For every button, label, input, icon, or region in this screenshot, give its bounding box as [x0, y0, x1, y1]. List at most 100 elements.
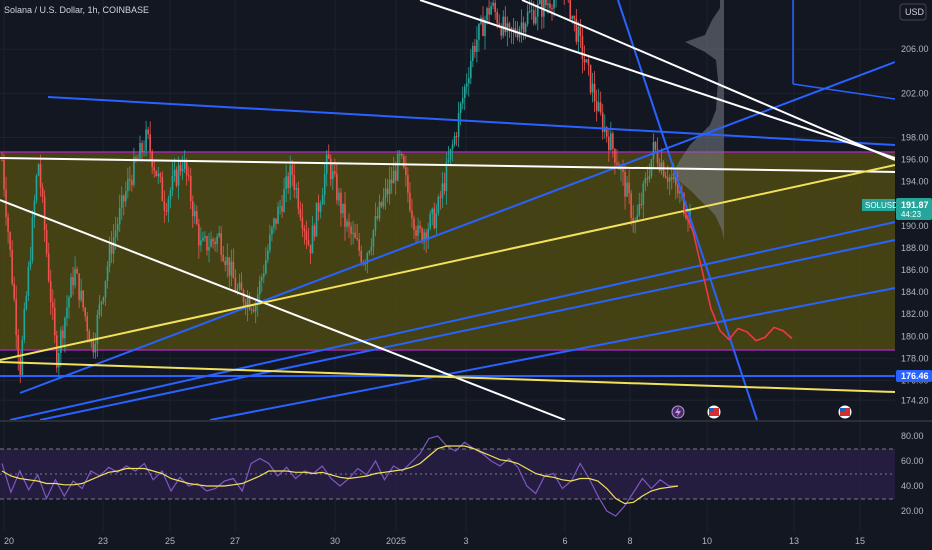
chart-canvas[interactable]: Solana / U.S. Dollar, 1h, COINBASE USD 2…: [0, 0, 932, 550]
candle-body: [204, 236, 206, 239]
candle-body: [198, 224, 200, 246]
candle-body: [573, 15, 576, 19]
candle-body: [522, 22, 525, 33]
candle-body: [218, 233, 220, 237]
candle-body: [179, 165, 182, 172]
candle-body: [157, 173, 160, 177]
price-tick: 186.00: [901, 265, 929, 275]
candle-body: [403, 155, 405, 168]
candle-body: [169, 190, 172, 200]
candle-body: [490, 5, 492, 15]
candle-body: [66, 307, 68, 318]
symbol-title[interactable]: Solana / U.S. Dollar, 1h, COINBASE: [4, 5, 149, 15]
candle-body: [380, 202, 383, 207]
candle-body: [528, 11, 531, 13]
candle-body: [301, 217, 304, 229]
candle-body: [275, 218, 277, 224]
candle-body: [250, 309, 253, 311]
candle-body: [451, 144, 454, 149]
candle-body: [104, 280, 107, 298]
candle-body: [127, 178, 129, 192]
candle-body: [277, 206, 279, 224]
candle-body: [524, 23, 527, 33]
candle-body: [228, 257, 231, 276]
candle-body: [323, 173, 326, 196]
candle-body: [293, 175, 296, 190]
candle-body: [267, 250, 269, 260]
candle-body: [405, 167, 407, 175]
candle-body: [624, 172, 626, 197]
candle-body: [411, 210, 413, 219]
time-tick: 8: [627, 536, 632, 546]
candle-body: [281, 206, 283, 212]
candle-body: [342, 203, 344, 214]
candle-body: [346, 221, 348, 227]
candle-body: [313, 225, 316, 237]
time-tick: 3: [463, 536, 468, 546]
candle-body: [441, 183, 444, 199]
candle-body: [429, 213, 432, 229]
candle-body: [116, 224, 119, 231]
candle-body: [336, 173, 338, 201]
candle-body: [212, 239, 214, 242]
time-tick: 13: [789, 536, 799, 546]
candle-body: [53, 307, 56, 336]
rsi-tick: 80.00: [901, 431, 924, 441]
event-us-flag-1[interactable]: [707, 405, 721, 419]
candle-body: [407, 174, 409, 193]
candle-body: [252, 309, 255, 312]
candle-body: [122, 195, 125, 202]
candle-body: [49, 280, 52, 303]
time-tick: 6: [562, 536, 567, 546]
candle-body: [149, 134, 151, 152]
candle-body: [143, 150, 145, 152]
event-us-flag-2[interactable]: [838, 405, 852, 419]
candle-body: [492, 2, 494, 6]
candle-body: [409, 192, 411, 211]
candle-body: [356, 238, 358, 240]
candle-body: [612, 133, 614, 150]
candle-body: [332, 171, 334, 180]
candle-body: [37, 164, 40, 176]
candle-body: [384, 188, 387, 198]
candle-body: [614, 149, 616, 163]
last-price-value: 191.87: [901, 200, 929, 210]
candle-body: [82, 290, 84, 308]
candle-body: [118, 207, 121, 225]
candle-body: [222, 254, 225, 262]
last-price-countdown: 44:23: [901, 210, 922, 219]
candle-body: [354, 232, 356, 239]
price-tick: 178.00: [901, 353, 929, 363]
candle-body: [664, 176, 667, 178]
candle-body: [591, 83, 594, 93]
candle-body: [474, 45, 476, 52]
candle-body: [68, 297, 70, 308]
candle-body: [551, 7, 553, 9]
support-level-value: 176.46: [901, 371, 929, 381]
candle-body: [581, 35, 584, 60]
candle-body: [155, 170, 158, 177]
candle-body: [133, 157, 135, 185]
candle-body: [273, 218, 275, 228]
event-lightning[interactable]: [671, 405, 685, 419]
candle-body: [465, 83, 468, 87]
candle-body: [3, 159, 5, 190]
candle-body: [470, 60, 472, 79]
candle-body: [672, 177, 675, 180]
candle-body: [307, 239, 310, 245]
candle-body: [419, 225, 421, 229]
candle-body: [145, 129, 147, 151]
candle-body: [279, 206, 281, 208]
candle-body: [532, 10, 535, 24]
candle-body: [74, 268, 76, 286]
price-tick: 174.20: [901, 395, 929, 405]
candle-body: [271, 227, 273, 235]
currency-label: USD: [905, 7, 925, 17]
candle-body: [309, 244, 312, 254]
candle-body: [236, 288, 239, 291]
time-tick: 2025: [386, 536, 406, 546]
candle-body: [398, 153, 401, 155]
candle-body: [60, 330, 62, 354]
candle-body: [70, 277, 72, 298]
candle-body: [224, 261, 227, 266]
